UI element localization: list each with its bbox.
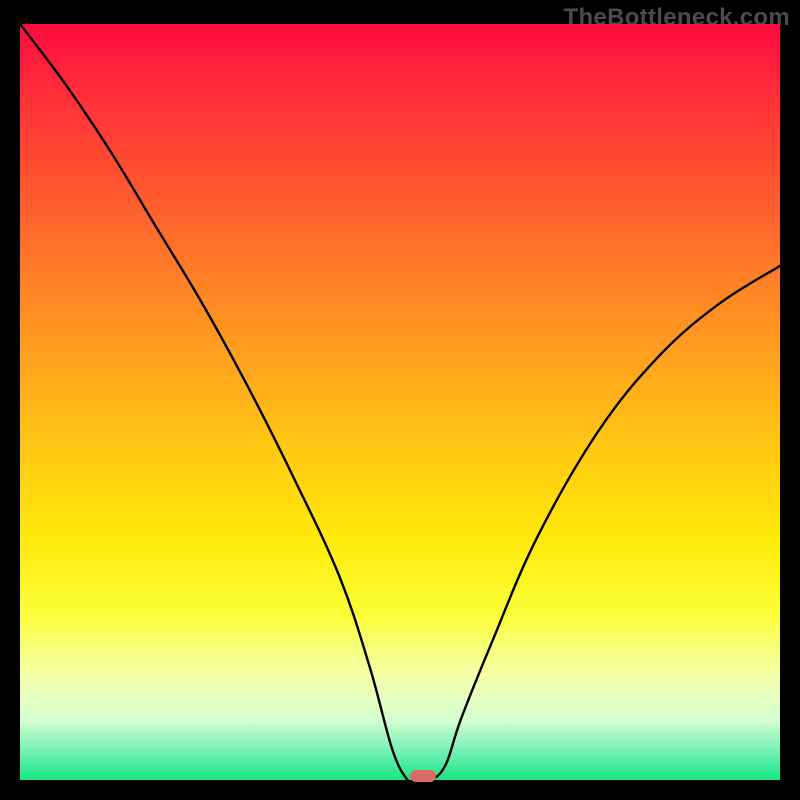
bottleneck-curve xyxy=(20,24,780,780)
plot-area xyxy=(20,24,780,780)
optimum-marker xyxy=(410,770,436,782)
chart-frame: TheBottleneck.com xyxy=(0,0,800,800)
curve-layer xyxy=(20,24,780,780)
